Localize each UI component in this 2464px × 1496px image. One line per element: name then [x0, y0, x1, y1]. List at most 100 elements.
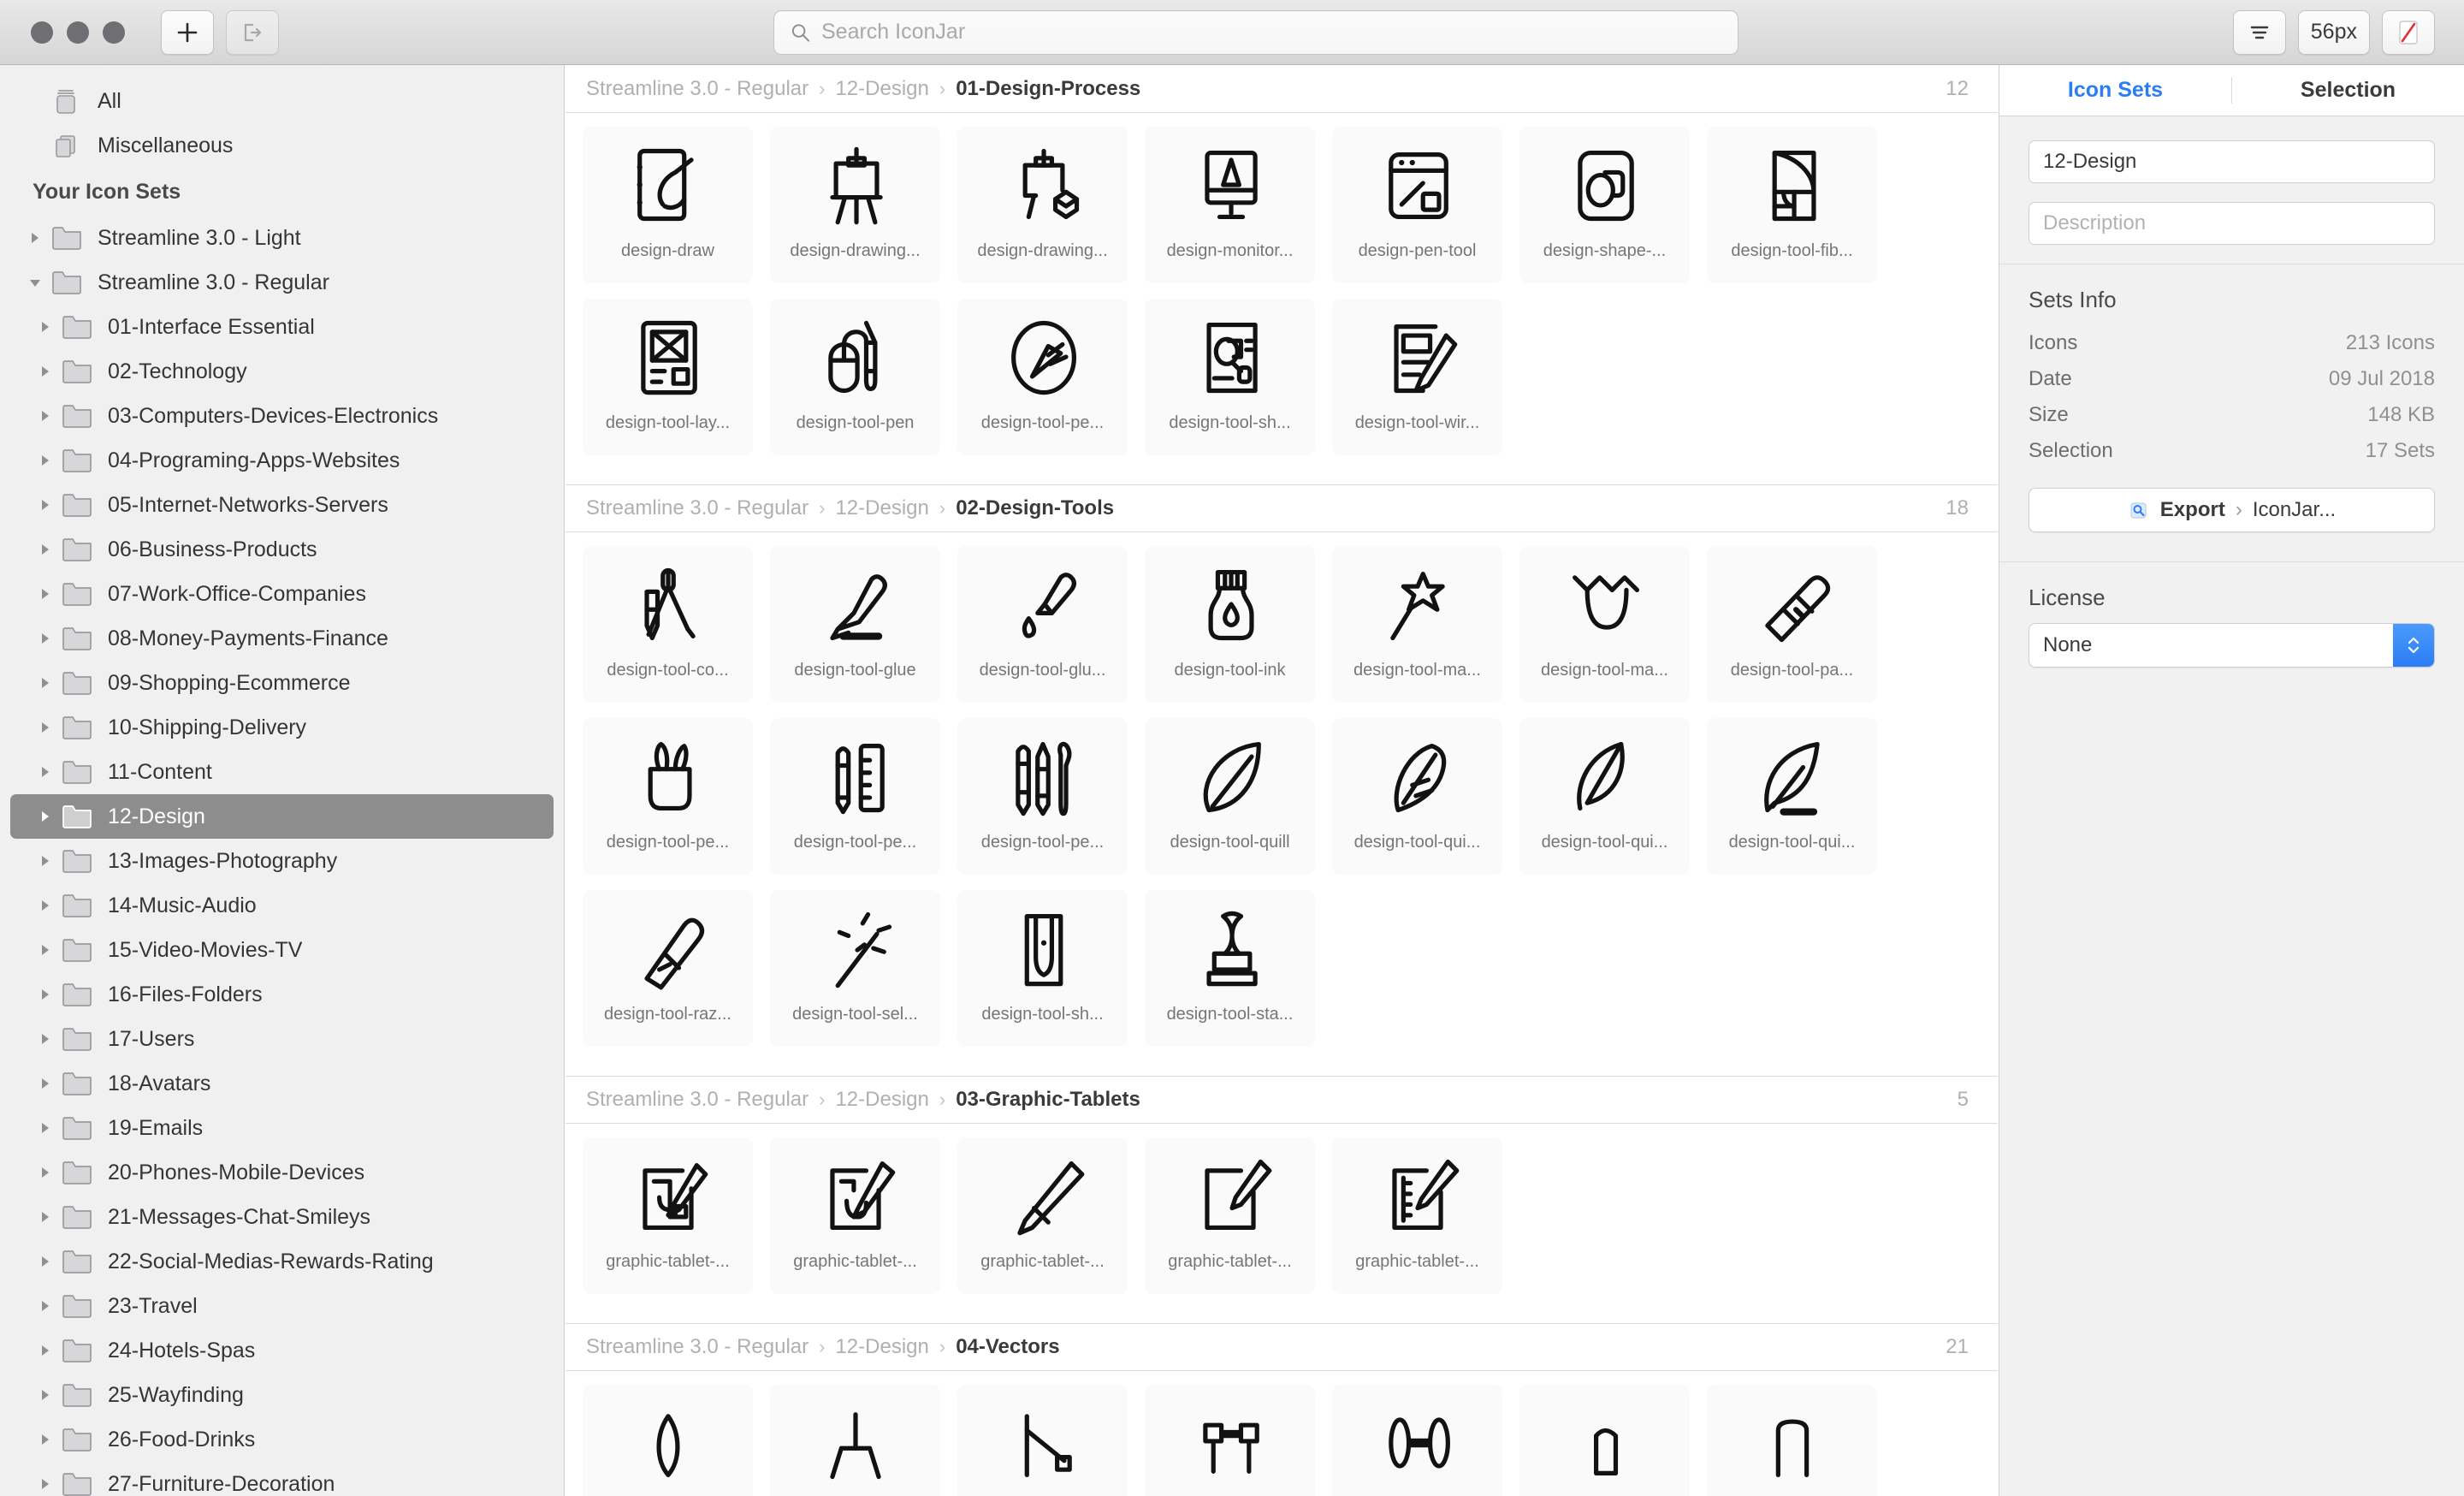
icon-cell[interactable] — [957, 1385, 1128, 1496]
sidebar-item-25-wayfinding[interactable]: 25-Wayfinding — [0, 1373, 564, 1417]
breadcrumb-root[interactable]: Streamline 3.0 - Regular — [586, 77, 808, 101]
sidebar-item-21-messages-chat-smileys[interactable]: 21-Messages-Chat-Smileys — [0, 1195, 564, 1239]
icon-cell[interactable]: design-tool-glue — [770, 546, 940, 703]
sidebar-item-02-technology[interactable]: 02-Technology — [0, 349, 564, 394]
disclosure-triangle[interactable] — [36, 1074, 55, 1093]
disclosure-triangle[interactable] — [36, 362, 55, 381]
disclosure-triangle[interactable] — [36, 1430, 55, 1449]
disclosure-triangle[interactable] — [36, 1252, 55, 1271]
sidebar-item-27-furniture-decoration[interactable]: 27-Furniture-Decoration — [0, 1462, 564, 1496]
icon-cell[interactable]: design-tool-pa... — [1707, 546, 1877, 703]
add-set-button[interactable] — [161, 10, 214, 55]
disclosure-triangle[interactable] — [36, 585, 55, 603]
icon-cell[interactable]: design-tool-wir... — [1332, 299, 1502, 455]
disclosure-triangle[interactable] — [36, 941, 55, 959]
sidebar-item-13-images-photography[interactable]: 13-Images-Photography — [0, 839, 564, 883]
icon-cell[interactable] — [770, 1385, 940, 1496]
disclosure-triangle[interactable] — [36, 1208, 55, 1226]
disclosure-triangle[interactable] — [36, 407, 55, 425]
icon-cell[interactable]: design-drawing... — [957, 127, 1128, 283]
icon-cell[interactable] — [1519, 1385, 1690, 1496]
icon-cell[interactable]: design-tool-sh... — [1145, 299, 1315, 455]
disclosure-triangle[interactable] — [36, 763, 55, 781]
sidebar-item-10-shipping-delivery[interactable]: 10-Shipping-Delivery — [0, 705, 564, 750]
sidebar-item-26-food-drinks[interactable]: 26-Food-Drinks — [0, 1417, 564, 1462]
minimize-window-button[interactable] — [67, 21, 89, 44]
icon-cell[interactable]: design-tool-qui... — [1519, 718, 1690, 875]
tab-icon-sets[interactable]: Icon Sets — [1999, 65, 2231, 116]
icon-cell[interactable] — [583, 1385, 753, 1496]
disclosure-triangle[interactable] — [36, 629, 55, 648]
sidebar-item-15-video-movies-tv[interactable]: 15-Video-Movies-TV — [0, 928, 564, 972]
icon-cell[interactable]: design-tool-ink — [1145, 546, 1315, 703]
icon-cell[interactable]: design-drawing... — [770, 127, 940, 283]
close-window-button[interactable] — [31, 21, 53, 44]
sidebar-item-22-social-medias-rewards-rating[interactable]: 22-Social-Medias-Rewards-Rating — [0, 1239, 564, 1284]
icon-browser[interactable]: Streamline 3.0 - Regular › 12-Design › 0… — [566, 65, 1998, 1496]
icon-cell[interactable]: design-tool-ma... — [1519, 546, 1690, 703]
icon-cell[interactable]: design-tool-co... — [583, 546, 753, 703]
sidebar-item-04-programing-apps-websites[interactable]: 04-Programing-Apps-Websites — [0, 438, 564, 483]
disclosure-triangle[interactable] — [36, 1119, 55, 1137]
icon-cell[interactable]: design-tool-pe... — [957, 718, 1128, 875]
sidebar-item-09-shopping-ecommerce[interactable]: 09-Shopping-Ecommerce — [0, 661, 564, 705]
sidebar-item-08-money-payments-finance[interactable]: 08-Money-Payments-Finance — [0, 616, 564, 661]
disclosure-triangle[interactable] — [36, 451, 55, 470]
sidebar[interactable]: All Miscellaneous Your Icon Sets Streaml… — [0, 65, 565, 1496]
sidebar-item-07-work-office-companies[interactable]: 07-Work-Office-Companies — [0, 572, 564, 616]
breadcrumb-root[interactable]: Streamline 3.0 - Regular — [586, 1088, 808, 1112]
breadcrumb-root[interactable]: Streamline 3.0 - Regular — [586, 1335, 808, 1359]
icon-cell[interactable] — [1707, 1385, 1877, 1496]
icon-cell[interactable] — [1332, 1385, 1502, 1496]
sidebar-item-01-interface-essential[interactable]: 01-Interface Essential — [0, 305, 564, 349]
icon-cell[interactable]: design-tool-ma... — [1332, 546, 1502, 703]
icon-cell[interactable]: design-tool-fib... — [1707, 127, 1877, 283]
disclosure-triangle[interactable] — [36, 540, 55, 559]
export-button[interactable]: Export › IconJar... — [2029, 488, 2435, 532]
export-toolbar-button[interactable] — [226, 10, 279, 55]
license-select[interactable]: None — [2029, 623, 2435, 668]
sidebar-item-14-music-audio[interactable]: 14-Music-Audio — [0, 883, 564, 928]
search-bar[interactable] — [773, 10, 1738, 55]
breadcrumb-parent[interactable]: 12-Design — [835, 1335, 928, 1359]
breadcrumb-root[interactable]: Streamline 3.0 - Regular — [586, 496, 808, 520]
disclosure-triangle[interactable] — [26, 229, 44, 247]
icon-cell[interactable]: graphic-tablet-... — [583, 1137, 753, 1294]
icon-cell[interactable]: design-tool-glu... — [957, 546, 1128, 703]
icon-cell[interactable]: design-tool-sh... — [957, 890, 1128, 1047]
sidebar-item-20-phones-mobile-devices[interactable]: 20-Phones-Mobile-Devices — [0, 1150, 564, 1195]
disclosure-triangle[interactable] — [36, 1475, 55, 1493]
search-input[interactable] — [821, 20, 1722, 45]
disclosure-triangle[interactable] — [36, 718, 55, 737]
icon-cell[interactable]: graphic-tablet-... — [1145, 1137, 1315, 1294]
disclosure-triangle[interactable] — [36, 807, 55, 826]
sidebar-item-all[interactable]: All — [0, 79, 564, 123]
breadcrumb-parent[interactable]: 12-Design — [835, 496, 928, 520]
disclosure-triangle[interactable] — [36, 1030, 55, 1048]
disclosure-triangle[interactable] — [36, 1297, 55, 1315]
sort-options-button[interactable] — [2233, 10, 2286, 55]
icon-cell[interactable]: graphic-tablet-... — [770, 1137, 940, 1294]
disclosure-triangle[interactable] — [36, 1163, 55, 1182]
sidebar-item-24-hotels-spas[interactable]: 24-Hotels-Spas — [0, 1328, 564, 1373]
icon-cell[interactable]: design-shape-... — [1519, 127, 1690, 283]
set-description-field[interactable]: Description — [2029, 202, 2435, 245]
sidebar-item-16-files-folders[interactable]: 16-Files-Folders — [0, 972, 564, 1017]
breadcrumb-parent[interactable]: 12-Design — [835, 1088, 928, 1112]
icon-cell[interactable]: design-tool-pe... — [583, 718, 753, 875]
sidebar-item-23-travel[interactable]: 23-Travel — [0, 1284, 564, 1328]
icon-cell[interactable]: design-tool-sta... — [1145, 890, 1315, 1047]
disclosure-triangle[interactable] — [26, 273, 44, 292]
icon-cell[interactable]: graphic-tablet-... — [957, 1137, 1128, 1294]
icon-color-button[interactable] — [2382, 10, 2435, 55]
icon-cell[interactable]: design-pen-tool — [1332, 127, 1502, 283]
icon-cell[interactable]: design-tool-qui... — [1707, 718, 1877, 875]
sidebar-item-12-design[interactable]: 12-Design — [10, 794, 554, 839]
icon-cell[interactable]: design-tool-pe... — [770, 718, 940, 875]
sidebar-item-streamline-3-0-light[interactable]: Streamline 3.0 - Light — [0, 216, 564, 260]
icon-cell[interactable]: design-tool-pe... — [957, 299, 1128, 455]
disclosure-triangle[interactable] — [36, 674, 55, 692]
disclosure-triangle[interactable] — [36, 896, 55, 915]
disclosure-triangle[interactable] — [36, 1386, 55, 1404]
icon-cell[interactable]: design-tool-pen — [770, 299, 940, 455]
